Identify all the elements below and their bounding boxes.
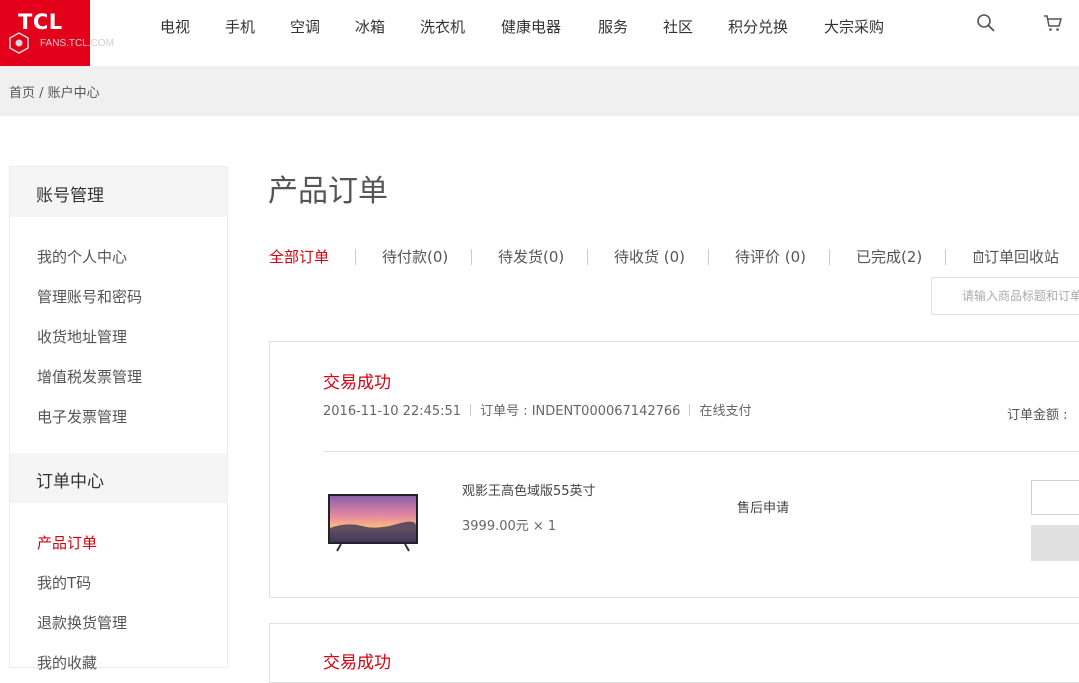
tab-pending-receipt[interactable]: 待收货 (0): [614, 246, 685, 267]
nav-item-phone[interactable]: 手机: [225, 16, 255, 37]
logo-text: TCL: [18, 10, 63, 34]
tab-divider: [829, 249, 830, 265]
order-action-button[interactable]: [1031, 480, 1079, 515]
nav-item-ac[interactable]: 空调: [290, 16, 320, 37]
trash-icon: [973, 250, 984, 263]
order-status: 交易成功: [323, 653, 391, 673]
sidebar-section-account: 账号管理: [10, 167, 227, 217]
product-tv-image[interactable]: [327, 492, 419, 554]
nav-item-fridge[interactable]: 冰箱: [355, 16, 385, 37]
sidebar-item-account-password[interactable]: 管理账号和密码: [37, 286, 142, 307]
tab-completed[interactable]: 已完成(2): [856, 246, 922, 267]
logo-subtitle: FANS.TCL.COM: [40, 38, 114, 49]
tab-divider: [945, 249, 946, 265]
order-search-input[interactable]: [932, 278, 1079, 314]
tab-divider: [708, 249, 709, 265]
nav-item-points[interactable]: 积分兑换: [728, 16, 788, 37]
order-divider: [323, 451, 1079, 452]
tab-recycle-bin[interactable]: 订单回收站: [973, 246, 1059, 267]
tab-divider: [471, 249, 472, 265]
sidebar-item-t-code[interactable]: 我的T码: [37, 572, 91, 593]
order-secondary-button[interactable]: [1031, 525, 1079, 561]
product-price: 3999.00元 × 1: [462, 519, 557, 534]
sidebar-item-refunds[interactable]: 退款换货管理: [37, 612, 127, 633]
order-search-box: [931, 277, 1079, 315]
meta-divider: [689, 404, 691, 416]
product-name[interactable]: 观影王高色域版55英寸: [462, 480, 596, 499]
order-number: 订单号 : INDENT000067142766: [480, 404, 681, 419]
nav-item-health[interactable]: 健康电器: [501, 16, 561, 37]
tab-pending-shipment[interactable]: 待发货(0): [498, 246, 564, 267]
search-icon[interactable]: [975, 12, 997, 34]
breadcrumb-current: 账户中心: [47, 86, 100, 101]
site-header: TCL FANS.TCL.COM 电视 手机 空调 冰箱 洗衣机 健康电器 服务…: [0, 0, 1079, 66]
order-meta: 2016-11-10 22:45:51 订单号 : INDENT000067142…: [323, 400, 751, 419]
tab-pending-review[interactable]: 待评价 (0): [735, 246, 806, 267]
order-card: 交易成功 2016-11-10 22:45:51 订单号 : INDENT0000…: [269, 341, 1079, 598]
tab-pending-payment[interactable]: 待付款(0): [382, 246, 448, 267]
breadcrumb-bar: 首页 / 账户中心: [0, 66, 1079, 116]
sidebar-section-orders: 订单中心: [10, 453, 227, 503]
sidebar-item-favorites[interactable]: 我的收藏: [37, 652, 97, 673]
sidebar-item-address[interactable]: 收货地址管理: [37, 326, 127, 347]
order-amount-label: 订单金额 :: [1007, 408, 1068, 423]
tab-divider: [355, 249, 356, 265]
sidebar-section-title: 订单中心: [36, 472, 104, 492]
meta-divider: [470, 404, 472, 416]
order-card: 交易成功: [269, 623, 1079, 683]
fans-badge-icon: [9, 32, 29, 54]
nav-item-bulk[interactable]: 大宗采购: [824, 16, 884, 37]
sidebar-item-e-invoice[interactable]: 电子发票管理: [37, 406, 127, 427]
nav-item-washer[interactable]: 洗衣机: [420, 16, 465, 37]
order-date: 2016-11-10 22:45:51: [323, 404, 462, 419]
sidebar-item-product-orders[interactable]: 产品订单: [37, 532, 97, 553]
nav-item-tv[interactable]: 电视: [160, 16, 190, 37]
tab-divider: [587, 249, 588, 265]
breadcrumb-home[interactable]: 首页: [9, 86, 35, 101]
tcl-logo[interactable]: TCL: [0, 0, 90, 66]
tab-all-orders[interactable]: 全部订单: [269, 246, 329, 267]
sidebar-section-title: 账号管理: [36, 186, 104, 206]
sidebar-item-personal-center[interactable]: 我的个人中心: [37, 246, 127, 267]
nav-item-community[interactable]: 社区: [663, 16, 693, 37]
cart-icon[interactable]: [1042, 12, 1064, 34]
tab-recycle-bin-label: 订单回收站: [984, 248, 1060, 266]
payment-method: 在线支付: [699, 404, 752, 419]
sidebar-item-vat-invoice[interactable]: 增值税发票管理: [37, 366, 142, 387]
order-status: 交易成功: [323, 373, 391, 393]
after-sale-link[interactable]: 售后申请: [737, 497, 789, 516]
nav-item-service[interactable]: 服务: [598, 16, 628, 37]
breadcrumb: 首页 / 账户中心: [9, 82, 100, 101]
account-sidebar: 账号管理 我的个人中心 管理账号和密码 收货地址管理 增值税发票管理 电子发票管…: [9, 166, 228, 672]
page-title: 产品订单: [268, 174, 388, 209]
breadcrumb-separator: /: [35, 86, 48, 101]
